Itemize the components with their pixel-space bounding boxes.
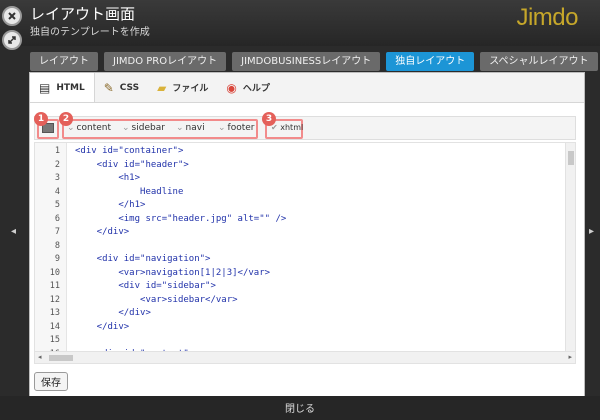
code-editor[interactable]: 12345678910111213141516 <div id="contain… xyxy=(34,142,576,364)
line-number: 15 xyxy=(49,335,60,345)
layout-window: レイアウト画面 独自のテンプレートを作成 Jimdo レイアウト JIMDO P… xyxy=(0,0,600,420)
chevron-down-icon: ⌄ xyxy=(218,123,226,133)
subtab-help[interactable]: ◉ ヘルプ xyxy=(217,73,279,102)
line-number: 7 xyxy=(54,227,60,237)
snippet-footer-label: footer xyxy=(227,123,255,133)
line-number: 13 xyxy=(49,308,60,318)
subtab-html[interactable]: ▤ HTML xyxy=(30,73,95,102)
chevron-down-icon: ⌄ xyxy=(67,123,75,133)
line-number: 14 xyxy=(49,321,60,332)
line-number: 11 xyxy=(49,281,60,291)
vertical-scroll-thumb[interactable] xyxy=(568,151,574,165)
code-line: Headline xyxy=(75,186,184,197)
subtab-files-label: ファイル xyxy=(172,84,209,94)
editor-panel: ▤ HTML ✎ CSS ▰ ファイル ◉ ヘルプ 1 2 3 ⌄ conten… xyxy=(29,72,585,398)
tab-special-layout[interactable]: スペシャルレイアウト xyxy=(480,52,598,71)
code-line: <div id="header"> xyxy=(75,159,189,170)
window-header: レイアウト画面 独自のテンプレートを作成 Jimdo xyxy=(0,0,600,50)
snippet-sidebar-label: sidebar xyxy=(131,123,165,133)
line-number: 10 xyxy=(49,267,60,278)
tab-jimdo-pro-layout[interactable]: JIMDO PROレイアウト xyxy=(104,52,227,71)
xhtml-label: xhtml xyxy=(280,123,304,132)
snippet-content-label: content xyxy=(76,123,112,133)
line-number: 12 xyxy=(49,294,60,305)
snippet-footer-button[interactable]: ⌄ footer xyxy=(218,123,255,133)
snippet-sidebar-button[interactable]: ⌄ sidebar xyxy=(122,123,165,133)
line-number: 5 xyxy=(54,200,60,210)
layout-tabs: レイアウト JIMDO PROレイアウト JIMDOBUSINESSレイアウト … xyxy=(30,52,598,71)
close-icon xyxy=(8,12,16,20)
collapse-left-icon[interactable]: ◂ xyxy=(11,226,16,237)
editor-subtabs: ▤ HTML ✎ CSS ▰ ファイル ◉ ヘルプ xyxy=(30,73,584,103)
subtab-css-label: CSS xyxy=(119,82,140,93)
line-number: 9 xyxy=(54,254,60,264)
window-subtitle: 独自のテンプレートを作成 xyxy=(30,27,150,38)
horizontal-scroll-thumb[interactable] xyxy=(49,355,73,361)
snippet-content-button[interactable]: ⌄ content xyxy=(67,123,111,133)
check-icon: ✔ xyxy=(271,123,278,132)
snippet-navi-label: navi xyxy=(185,123,205,133)
folder-icon: ▰ xyxy=(157,80,167,95)
jimdo-logo: Jimdo xyxy=(516,4,578,31)
chevron-down-icon: ⌄ xyxy=(122,123,130,133)
subtab-files[interactable]: ▰ ファイル xyxy=(148,73,217,102)
subtab-css[interactable]: ✎ CSS xyxy=(95,73,148,102)
horizontal-scrollbar[interactable]: ◂ ▸ xyxy=(35,351,575,363)
code-line: </div> xyxy=(75,321,130,332)
xhtml-validate-button[interactable]: ✔ xhtml xyxy=(271,123,303,132)
line-number-gutter: 12345678910111213141516 xyxy=(35,143,67,359)
tab-layout[interactable]: レイアウト xyxy=(30,52,98,71)
subtab-help-label: ヘルプ xyxy=(242,84,270,94)
code-line: <var>sidebar</var> xyxy=(75,294,238,305)
line-number: 4 xyxy=(54,186,60,197)
html-icon: ▤ xyxy=(39,80,51,95)
tab-jimdo-business-layout[interactable]: JIMDOBUSINESSレイアウト xyxy=(232,52,381,71)
close-window-button[interactable] xyxy=(2,6,22,26)
line-number: 6 xyxy=(54,213,60,224)
collapse-right-icon[interactable]: ▸ xyxy=(589,226,594,237)
code-line: <img src="header.jpg" alt="" /> xyxy=(75,213,287,224)
brush-icon: ✎ xyxy=(103,80,114,95)
scroll-right-icon[interactable]: ▸ xyxy=(568,353,572,361)
tab-custom-layout[interactable]: 独自レイアウト xyxy=(386,52,475,71)
window-footer: 閉じる xyxy=(0,396,600,420)
editor-toolbar: 1 2 3 ⌄ content ⌄ sidebar ⌄ navi ⌄ footer ✔ … xyxy=(34,112,576,140)
expand-window-button[interactable] xyxy=(2,30,22,50)
code-line: <h1> xyxy=(75,173,141,183)
code-line: </div> xyxy=(75,308,151,318)
expand-icon xyxy=(8,36,16,44)
window-title: レイアウト画面 xyxy=(30,5,136,23)
vertical-scrollbar[interactable] xyxy=(565,143,575,351)
subtab-html-label: HTML xyxy=(56,82,85,93)
scroll-left-icon[interactable]: ◂ xyxy=(38,353,42,361)
line-number: 8 xyxy=(54,240,60,251)
lifebuoy-icon: ◉ xyxy=(226,80,237,95)
code-line: </h1> xyxy=(75,200,146,210)
code-line: <var>navigation[1|2|3]</var> xyxy=(75,267,271,278)
code-line: </div> xyxy=(75,227,130,237)
badge-1: 1 xyxy=(34,112,48,126)
code-line: <div id="sidebar"> xyxy=(75,281,216,291)
highlight-box-1: 1 xyxy=(34,112,59,139)
code-line: <div id="container"> xyxy=(75,146,184,156)
line-number: 1 xyxy=(54,146,60,156)
save-button[interactable]: 保存 xyxy=(34,372,68,391)
snippet-navi-button[interactable]: ⌄ navi xyxy=(176,123,205,133)
line-number: 2 xyxy=(54,159,60,170)
code-line: <div id="navigation"> xyxy=(75,254,211,264)
chevron-down-icon: ⌄ xyxy=(176,123,184,133)
close-button[interactable]: 閉じる xyxy=(0,400,600,415)
line-number: 3 xyxy=(54,173,60,183)
